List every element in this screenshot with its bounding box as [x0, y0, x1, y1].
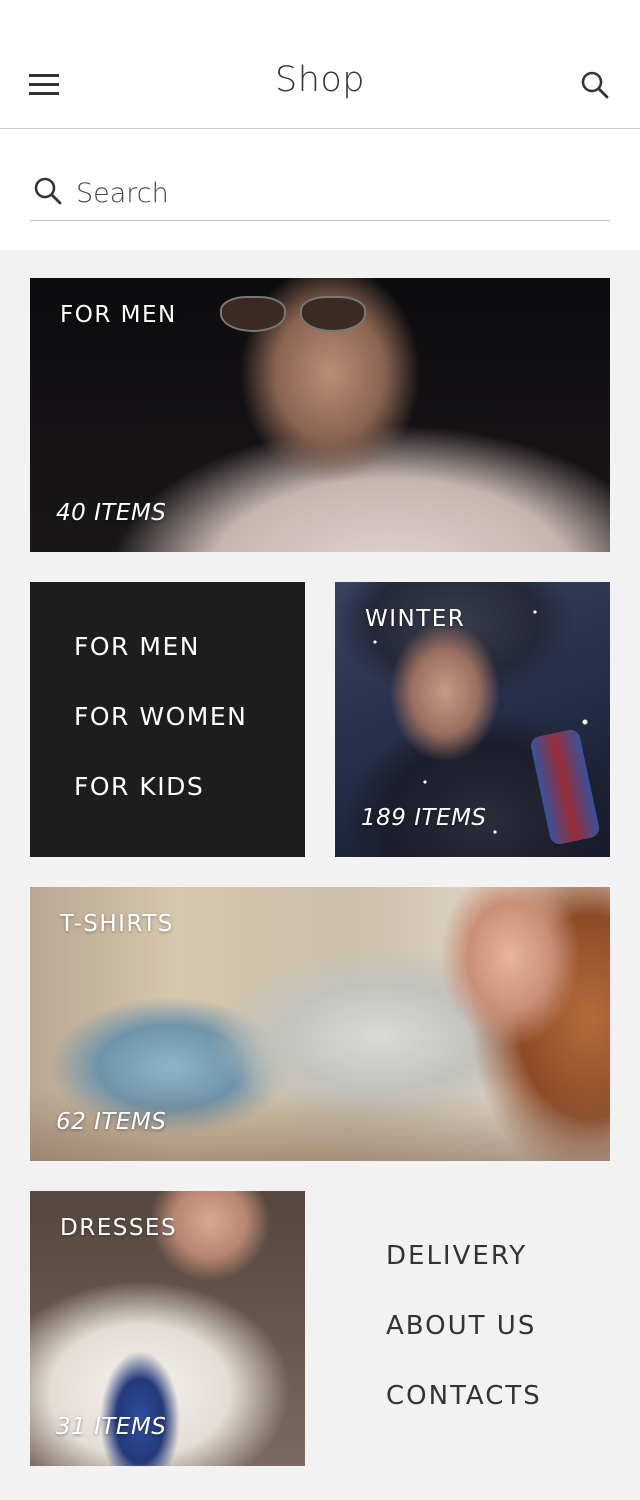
- link-contacts[interactable]: CONTACTS: [386, 1381, 542, 1411]
- tile-label: FOR MEN: [60, 302, 177, 328]
- tile-item-count: 31 ITEMS: [56, 1414, 167, 1440]
- tile-item-count: 40 ITEMS: [56, 500, 167, 526]
- category-menu-item-for-women[interactable]: FOR WOMEN: [74, 702, 247, 731]
- search-bar: [30, 173, 610, 221]
- tile-item-count: 62 ITEMS: [56, 1109, 167, 1135]
- category-tile-winter[interactable]: WINTER 189 ITEMS: [335, 582, 610, 857]
- link-delivery[interactable]: DELIVERY: [386, 1241, 527, 1271]
- category-menu-item-for-kids[interactable]: FOR KIDS: [74, 772, 204, 801]
- link-about-us[interactable]: ABOUT US: [386, 1311, 536, 1341]
- tile-label: WINTER: [365, 606, 466, 632]
- footer-links: DELIVERY ABOUT US CONTACTS: [386, 1191, 610, 1466]
- category-tile-for-men[interactable]: FOR MEN 40 ITEMS: [30, 278, 610, 552]
- sweater-stripe-decoration: [529, 728, 601, 846]
- search-icon[interactable]: [578, 68, 612, 102]
- app-header: Shop: [0, 0, 640, 129]
- category-menu: FOR MEN FOR WOMEN FOR KIDS: [30, 582, 305, 857]
- tile-item-count: 189 ITEMS: [361, 805, 487, 831]
- sunglasses-illustration: [210, 296, 370, 336]
- tile-label: DRESSES: [60, 1215, 178, 1241]
- search-field-icon: [34, 177, 62, 205]
- category-menu-item-for-men[interactable]: FOR MEN: [74, 632, 200, 661]
- tile-label: T-SHIRTS: [60, 911, 174, 937]
- category-tile-dresses[interactable]: DRESSES 31 ITEMS: [30, 1191, 305, 1466]
- search-input[interactable]: [76, 173, 606, 213]
- search-section: [0, 129, 640, 250]
- category-tile-t-shirts[interactable]: T-SHIRTS 62 ITEMS: [30, 887, 610, 1161]
- page-title: Shop: [274, 60, 366, 100]
